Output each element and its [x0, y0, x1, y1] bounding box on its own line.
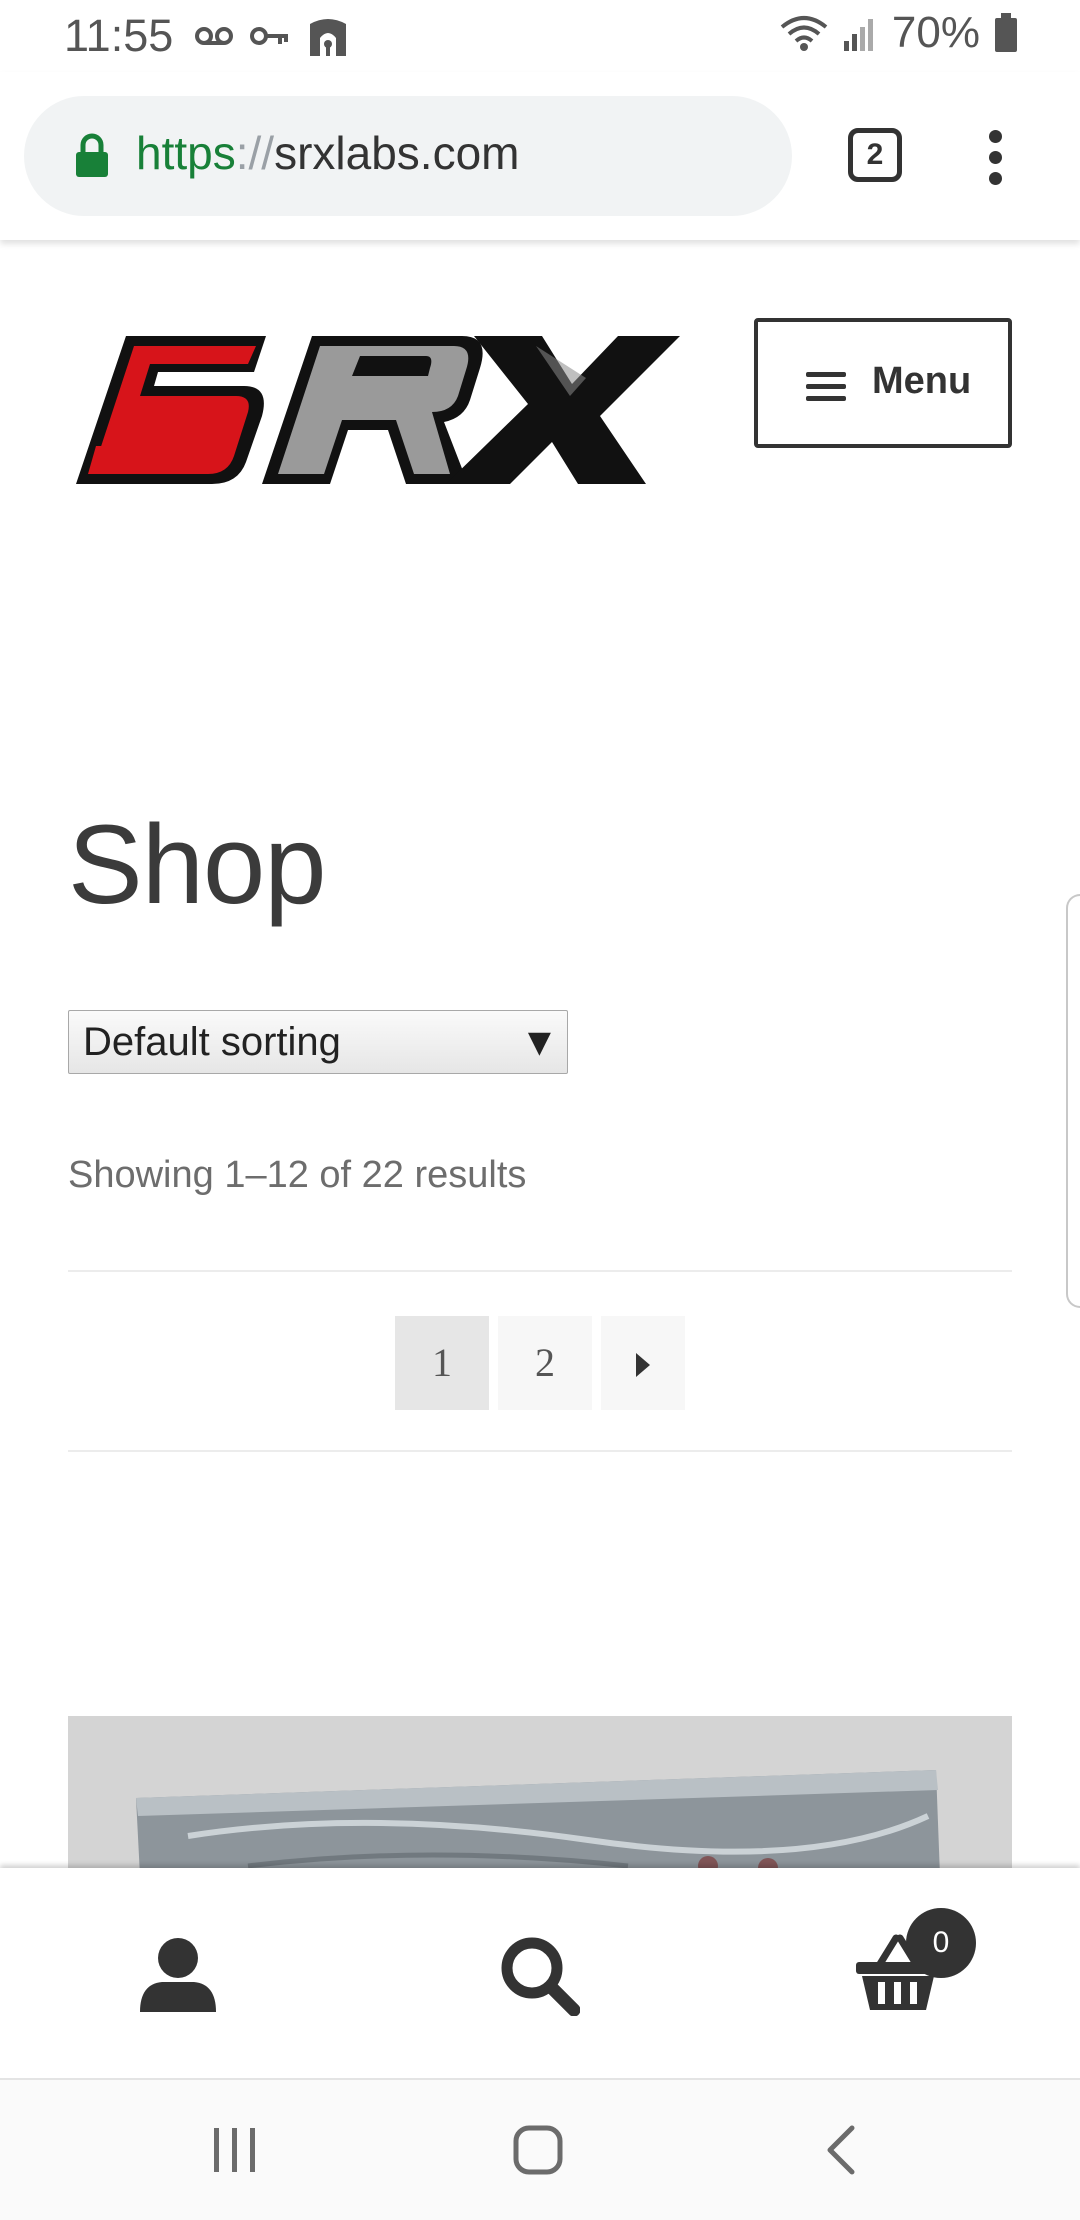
site-logo[interactable]: [66, 326, 684, 494]
page-1-current: 1: [395, 1316, 489, 1410]
battery-icon: [995, 13, 1017, 52]
product-photo: [68, 1716, 1012, 1876]
handheld-footer-bar: 0: [0, 1868, 1080, 2078]
hamburger-icon: [806, 372, 846, 402]
next-page-button[interactable]: [601, 1316, 685, 1410]
account-icon[interactable]: [138, 1934, 218, 2014]
key-icon: [250, 27, 288, 45]
url-separator: ://: [235, 127, 275, 179]
result-count: Showing 1–12 of 22 results: [68, 1154, 527, 1196]
lock-icon[interactable]: [74, 132, 110, 178]
signal-icon: [843, 19, 873, 51]
status-left-icons: [194, 14, 350, 58]
next-arrow-icon: [636, 1352, 650, 1377]
status-bar: 11:55 70%: [0, 0, 1080, 72]
pagination: 1 2: [395, 1316, 685, 1410]
sort-selected-value: Default sorting: [83, 1020, 341, 1064]
status-right: 70%: [780, 8, 1018, 58]
page-title: Shop: [68, 802, 327, 927]
battery-percent: 70%: [891, 8, 980, 57]
tab-switcher-button[interactable]: 2: [848, 128, 902, 182]
browser-toolbar: https://srxlabs.com 2: [0, 72, 1080, 240]
page-2-link[interactable]: 2: [498, 1316, 592, 1410]
url-text[interactable]: https://srxlabs.com: [136, 126, 519, 180]
product-image[interactable]: [68, 1716, 1012, 1876]
dropdown-arrow-icon: ▼: [527, 1025, 551, 1060]
recent-apps-icon[interactable]: [210, 2124, 260, 2176]
shield-app-icon: [310, 19, 346, 56]
browser-menu-icon[interactable]: [984, 130, 1008, 186]
cart-count-badge: 0: [906, 1908, 976, 1978]
status-time: 11:55: [64, 10, 174, 61]
wifi-icon: [780, 16, 828, 51]
system-nav-bar: [0, 2078, 1080, 2220]
menu-label: Menu: [872, 360, 972, 402]
home-icon[interactable]: [512, 2124, 564, 2176]
url-scheme: https: [136, 127, 236, 179]
divider: [68, 1450, 1012, 1452]
menu-button[interactable]: Menu: [754, 318, 1012, 448]
url-host: srxlabs.com: [274, 127, 520, 179]
sort-select[interactable]: Default sorting ▼: [68, 1010, 568, 1074]
voicemail-icon: [195, 27, 233, 45]
divider: [68, 1270, 1012, 1272]
back-icon[interactable]: [822, 2124, 862, 2176]
search-icon[interactable]: [498, 1934, 580, 2016]
address-bar[interactable]: https://srxlabs.com: [24, 96, 792, 216]
side-panel-handle[interactable]: [1066, 894, 1080, 1308]
